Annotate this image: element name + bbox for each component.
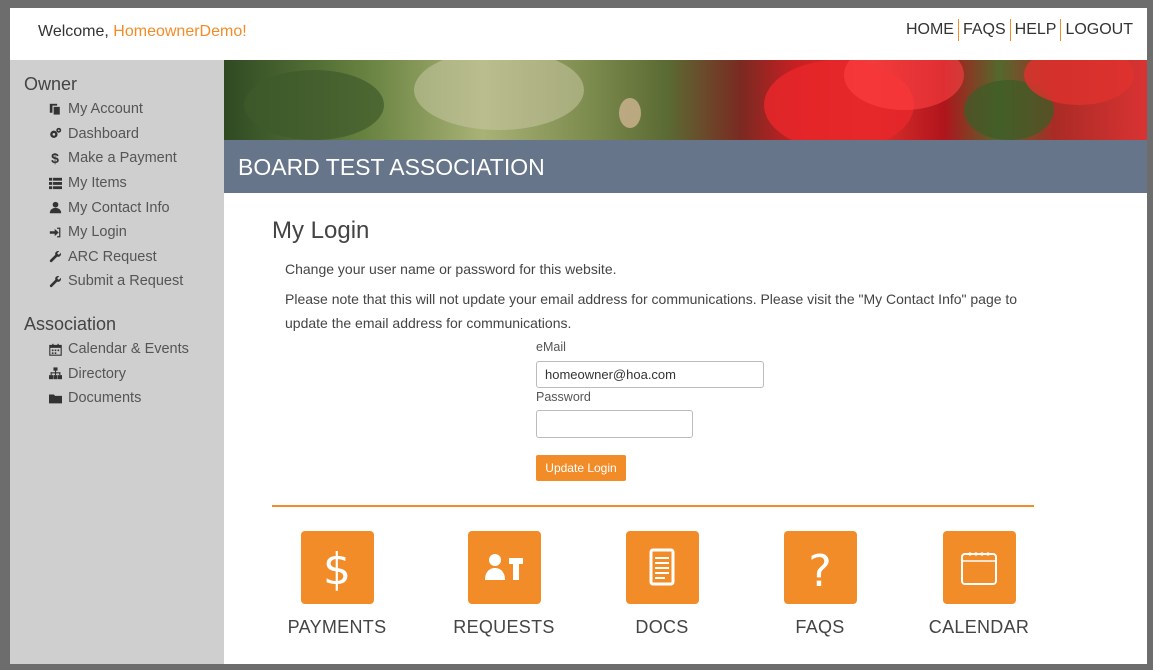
email-field[interactable] xyxy=(536,361,764,388)
sidebar-section-owner: Owner xyxy=(24,74,78,94)
tile-requests[interactable]: REQUESTS xyxy=(434,531,574,638)
nav-home-link[interactable]: HOME xyxy=(902,21,958,39)
svg-text:?: ? xyxy=(808,546,831,592)
sidebar-item-label: My Contact Info xyxy=(68,199,170,216)
welcome-message: Welcome, HomeownerDemo! xyxy=(38,23,247,41)
dollar-icon: $ xyxy=(51,150,59,167)
tile-label: PAYMENTS xyxy=(287,617,387,637)
top-navigation: HOME FAQS HELP LOGOUT xyxy=(902,19,1137,41)
association-menu: Calendar & Events Directory Documents xyxy=(10,337,224,411)
tile-label: DOCS xyxy=(635,617,689,637)
list-icon xyxy=(48,176,62,190)
nav-faqs-link[interactable]: FAQS xyxy=(959,21,1010,39)
folder-icon xyxy=(48,391,62,405)
sidebar-item-my-login[interactable]: My Login xyxy=(10,220,224,245)
dollar-icon: $ xyxy=(323,544,351,592)
sidebar-item-label: Submit a Request xyxy=(68,273,184,290)
username: HomeownerDemo! xyxy=(113,23,247,40)
tile-icon-box xyxy=(942,531,1016,604)
tile-faqs[interactable]: ? FAQS xyxy=(750,531,890,638)
welcome-prefix: Welcome, xyxy=(38,23,114,40)
svg-text:$: $ xyxy=(323,544,351,592)
sidebar-item-submit-request[interactable]: Submit a Request xyxy=(10,269,224,294)
sidebar-item-make-payment[interactable]: $ Make a Payment xyxy=(10,146,224,171)
wrench-icon xyxy=(48,274,62,288)
cogs-icon xyxy=(48,127,62,141)
owner-menu: My Account Dashboard $ Make a Payment My… xyxy=(10,97,224,294)
sidebar-item-calendar-events[interactable]: Calendar & Events xyxy=(10,337,224,362)
email-label: eMail xyxy=(536,340,566,354)
document-icon xyxy=(649,548,675,585)
sidebar-item-label: Documents xyxy=(68,390,142,407)
sidebar-section-association: Association xyxy=(24,313,117,334)
sidebar-item-arc-request[interactable]: ARC Request xyxy=(10,245,224,270)
sidebar-item-label: Dashboard xyxy=(68,125,139,142)
user-wrench-icon xyxy=(485,553,523,580)
sign-in-icon xyxy=(48,225,62,239)
user-icon xyxy=(48,201,62,215)
password-label: Password xyxy=(536,390,591,404)
nav-help-link[interactable]: HELP xyxy=(1011,21,1061,39)
association-name: BOARD TEST ASSOCIATION xyxy=(238,154,545,180)
sidebar-item-documents[interactable]: Documents xyxy=(10,386,224,411)
tile-calendar[interactable]: CALENDAR xyxy=(909,531,1049,638)
sidebar-item-my-contact-info[interactable]: My Contact Info xyxy=(10,195,224,220)
tile-docs[interactable]: DOCS xyxy=(592,531,732,638)
tile-label: REQUESTS xyxy=(453,617,555,637)
sidebar-item-label: Calendar & Events xyxy=(68,341,189,358)
calendar-icon xyxy=(48,342,62,356)
tile-payments[interactable]: $ PAYMENTS xyxy=(267,531,407,638)
calendar-icon xyxy=(961,551,997,585)
sidebar-item-label: Make a Payment xyxy=(68,150,177,167)
sidebar-item-label: ARC Request xyxy=(68,248,157,265)
association-header: BOARD TEST ASSOCIATION xyxy=(224,140,1147,193)
tile-icon-box: ? xyxy=(783,531,857,604)
tile-icon-box: $ xyxy=(300,531,374,604)
main-content: My Login Change your user name or passwo… xyxy=(224,193,1147,664)
wrench-icon xyxy=(48,250,62,264)
update-login-button[interactable]: Update Login xyxy=(536,455,626,481)
sidebar-item-my-items[interactable]: My Items xyxy=(10,171,224,196)
sidebar-item-label: My Account xyxy=(68,101,143,118)
sidebar-item-my-account[interactable]: My Account xyxy=(10,97,224,122)
intro-text: Change your user name or password for th… xyxy=(285,261,617,277)
top-bar: Welcome, HomeownerDemo! HOME FAQS HELP L… xyxy=(10,8,1147,60)
email-note: Please note that this will not update yo… xyxy=(285,291,1018,331)
sidebar-item-directory[interactable]: Directory xyxy=(10,361,224,386)
sidebar-item-label: My Login xyxy=(68,224,127,241)
section-divider xyxy=(272,505,1034,507)
banner-photo xyxy=(224,60,1147,140)
sitemap-icon xyxy=(48,367,62,381)
tile-label: FAQS xyxy=(795,617,845,637)
tile-icon-box xyxy=(467,531,541,604)
sidebar-item-dashboard[interactable]: Dashboard xyxy=(10,122,224,147)
nav-logout-link[interactable]: LOGOUT xyxy=(1061,21,1137,39)
question-icon: ? xyxy=(808,546,831,592)
copy-icon xyxy=(48,102,62,116)
page-title: My Login xyxy=(272,217,370,244)
tile-label: CALENDAR xyxy=(928,617,1030,637)
quick-links: $ PAYMENTS REQUESTS DOCS ? FAQS CALENDAR xyxy=(224,531,1147,651)
sidebar-item-label: My Items xyxy=(68,175,127,192)
tile-icon-box xyxy=(625,531,699,604)
app-window: Welcome, HomeownerDemo! HOME FAQS HELP L… xyxy=(10,8,1147,664)
sidebar-item-label: Directory xyxy=(68,365,127,382)
sidebar: Owner My Account Dashboard $ Make a Paym… xyxy=(10,60,224,664)
password-field[interactable] xyxy=(536,410,693,438)
